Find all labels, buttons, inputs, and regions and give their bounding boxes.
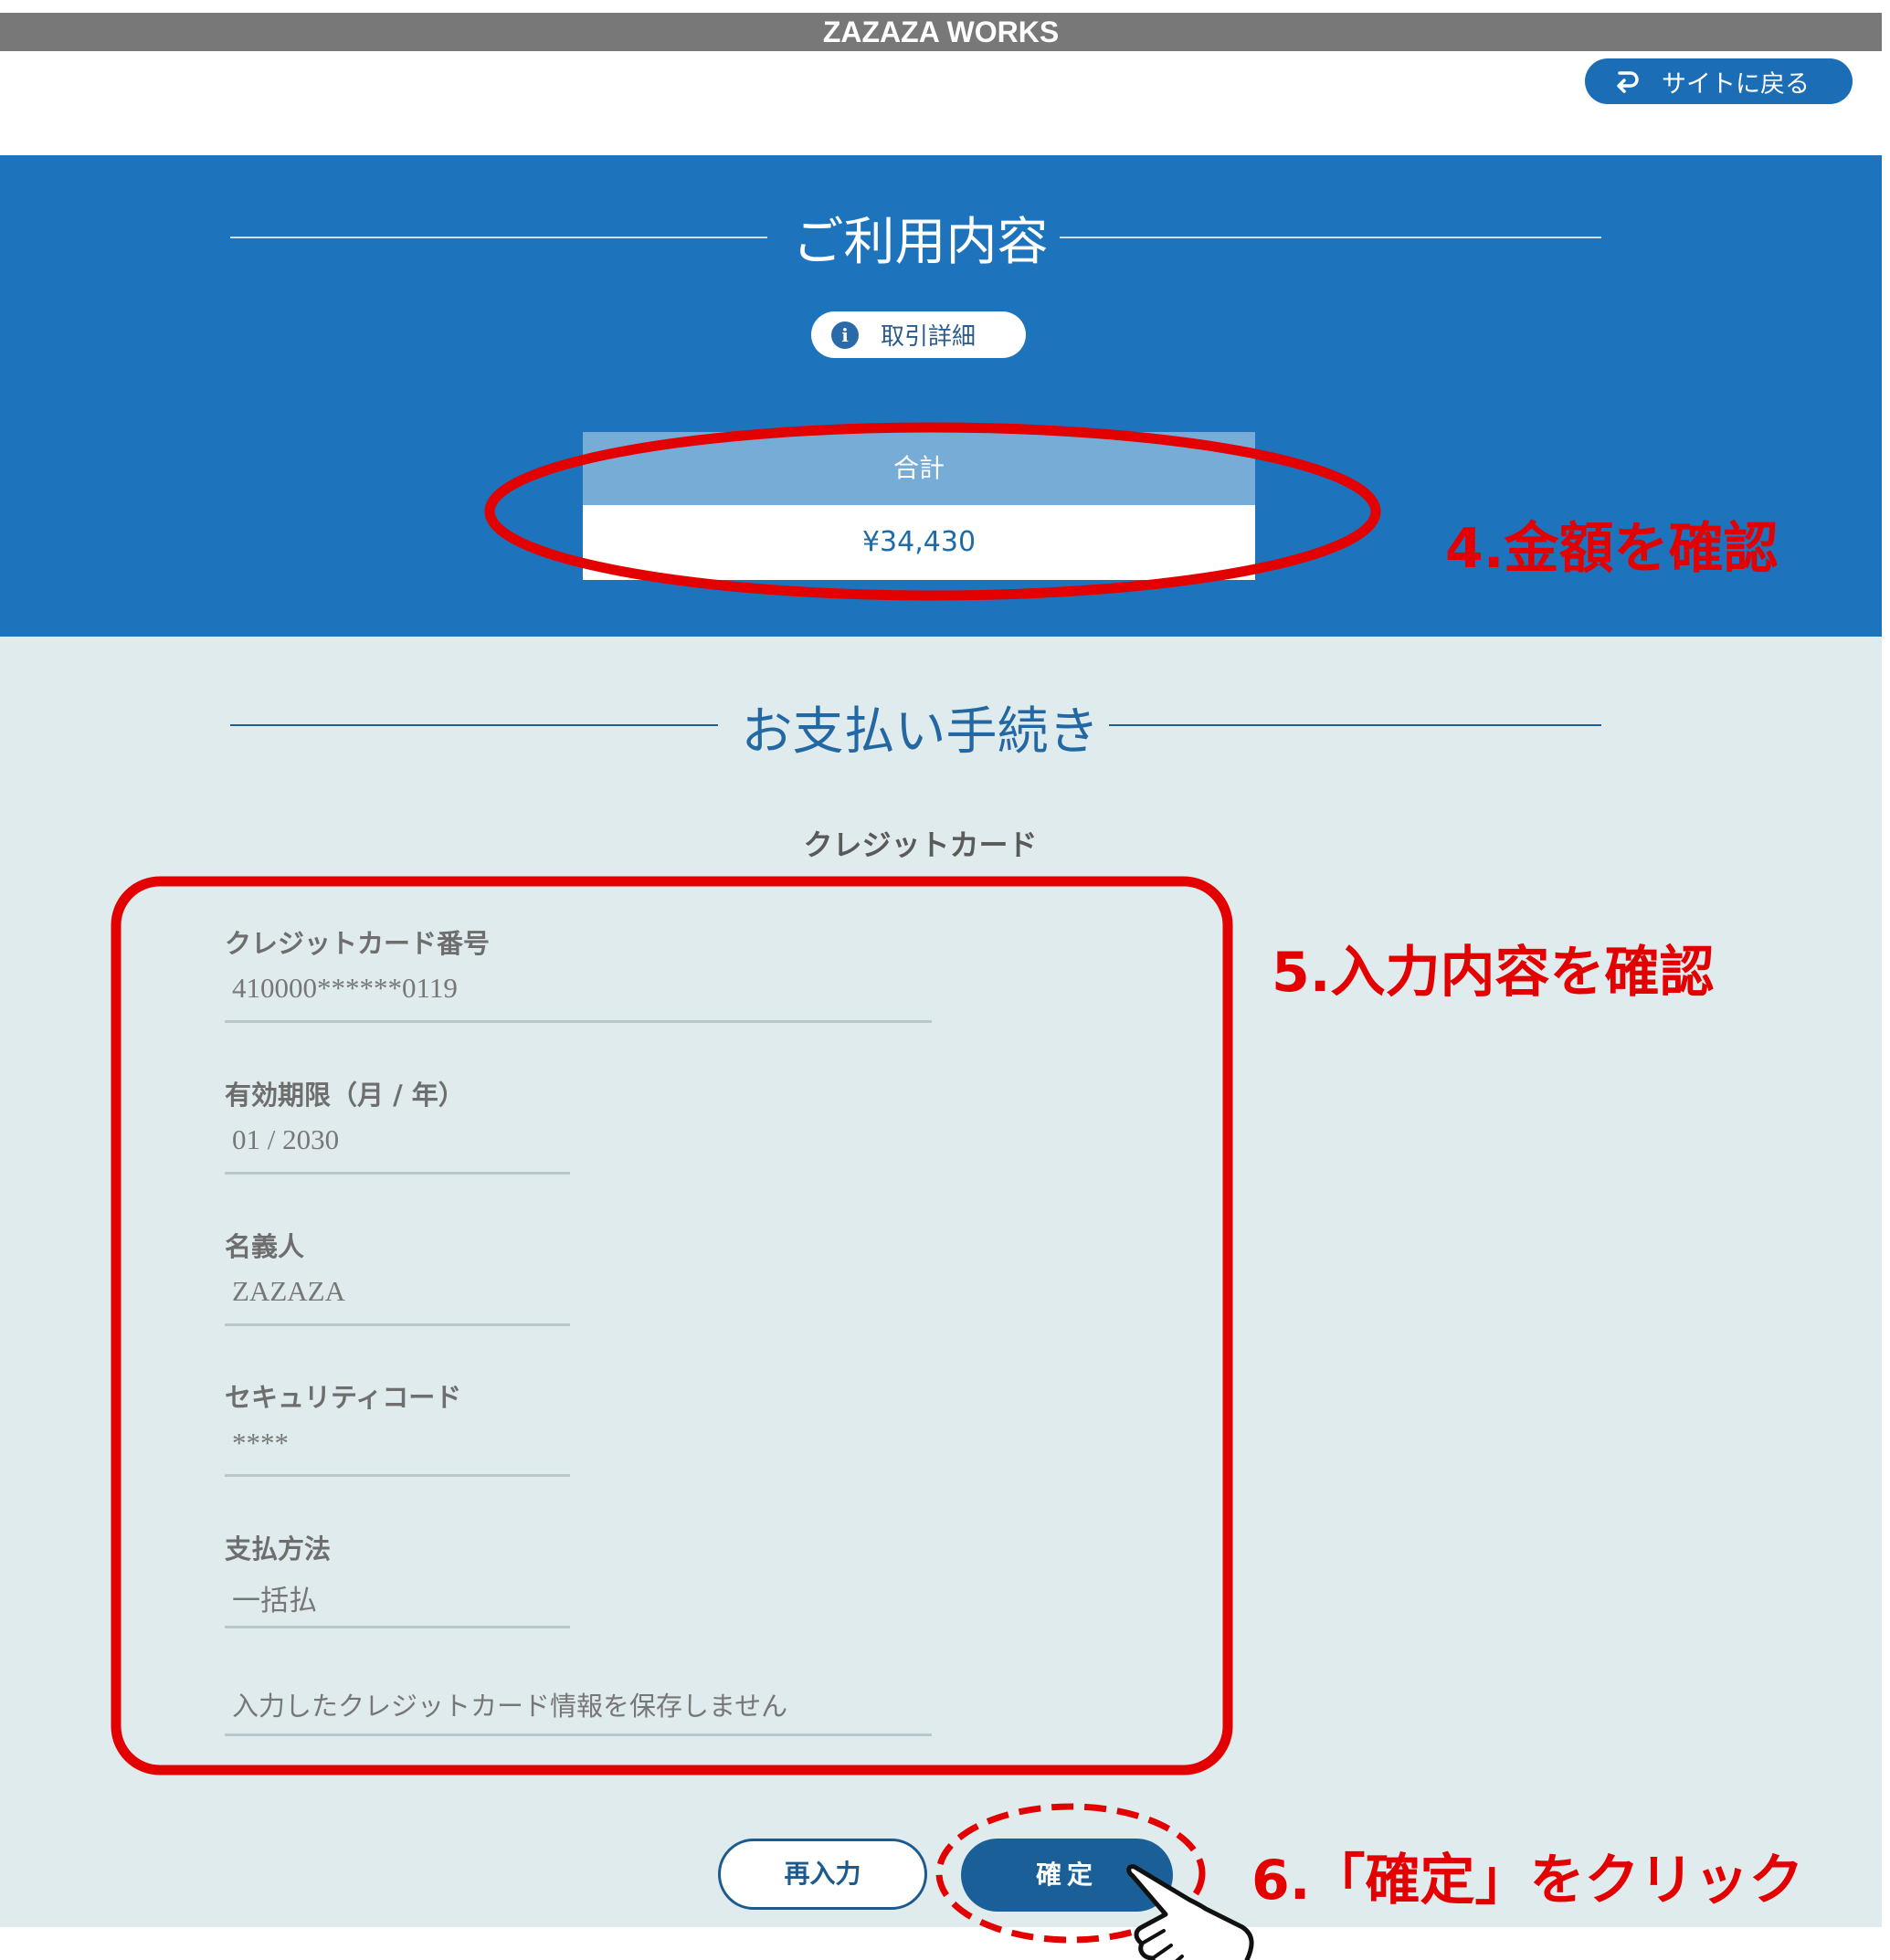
step5-annotation: 5.入力内容を確認 — [1272, 941, 1715, 1005]
total-highlight-ellipse — [484, 422, 1381, 601]
step6-annotation: 6.「確定」をクリック — [1251, 1849, 1804, 1913]
fields-highlight-box — [111, 876, 1233, 1776]
pointing-hand-icon — [1126, 1864, 1254, 1960]
step4-annotation: 4.金額を確認 — [1445, 517, 1779, 581]
